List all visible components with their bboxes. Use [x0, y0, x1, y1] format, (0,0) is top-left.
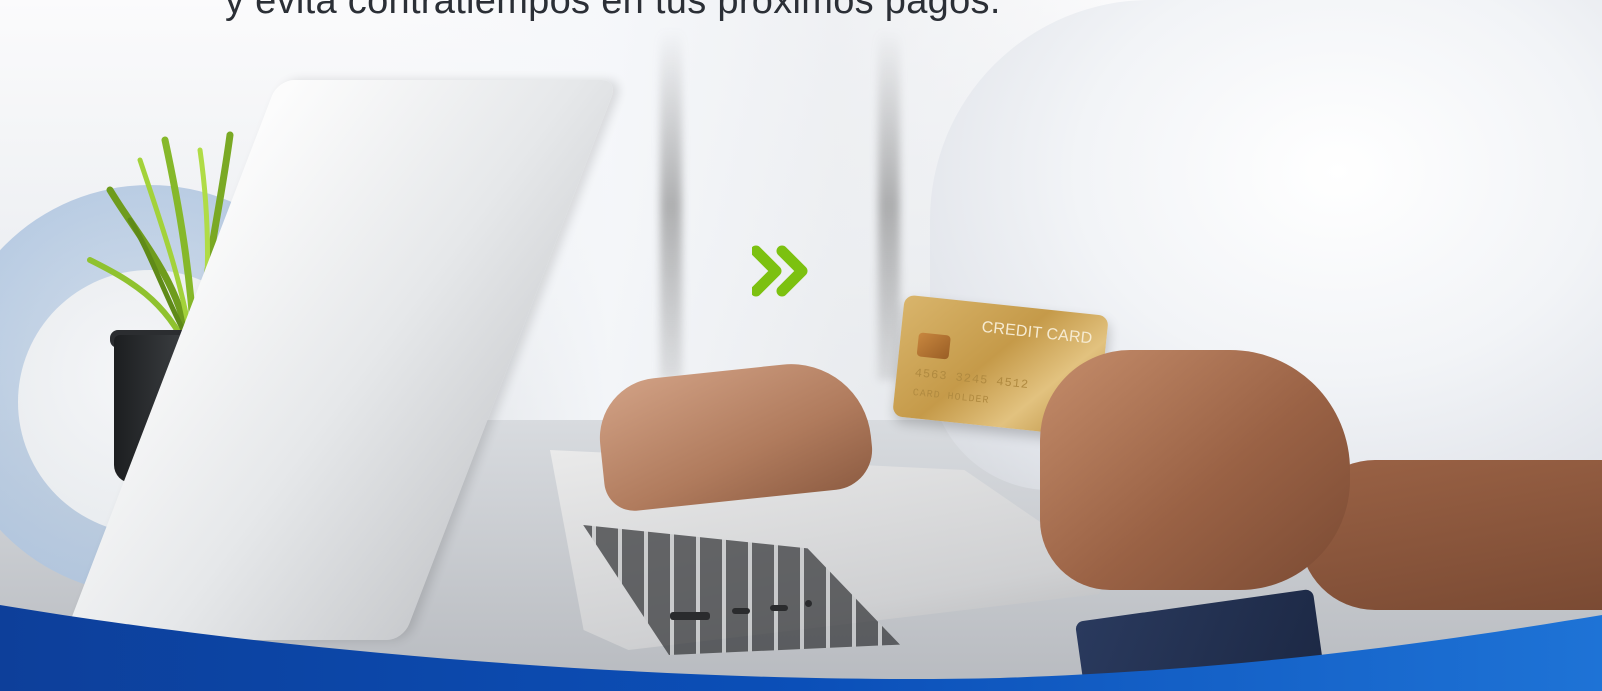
holding-hand: [1040, 350, 1350, 590]
credit-card-number: 4563 3245 4512: [914, 366, 1030, 393]
credit-card-chip: [916, 332, 951, 360]
promo-banner: y evita contratiempos en tus próximos pa…: [0, 0, 1602, 691]
credit-card-label: CREDIT CARD: [980, 318, 1094, 348]
bottom-wave: [0, 605, 1602, 691]
double-chevron-right-icon: [752, 245, 808, 297]
banner-headline: y evita contratiempos en tus próximos pa…: [225, 0, 1001, 22]
credit-card-holder: CARD HOLDER: [912, 387, 990, 407]
